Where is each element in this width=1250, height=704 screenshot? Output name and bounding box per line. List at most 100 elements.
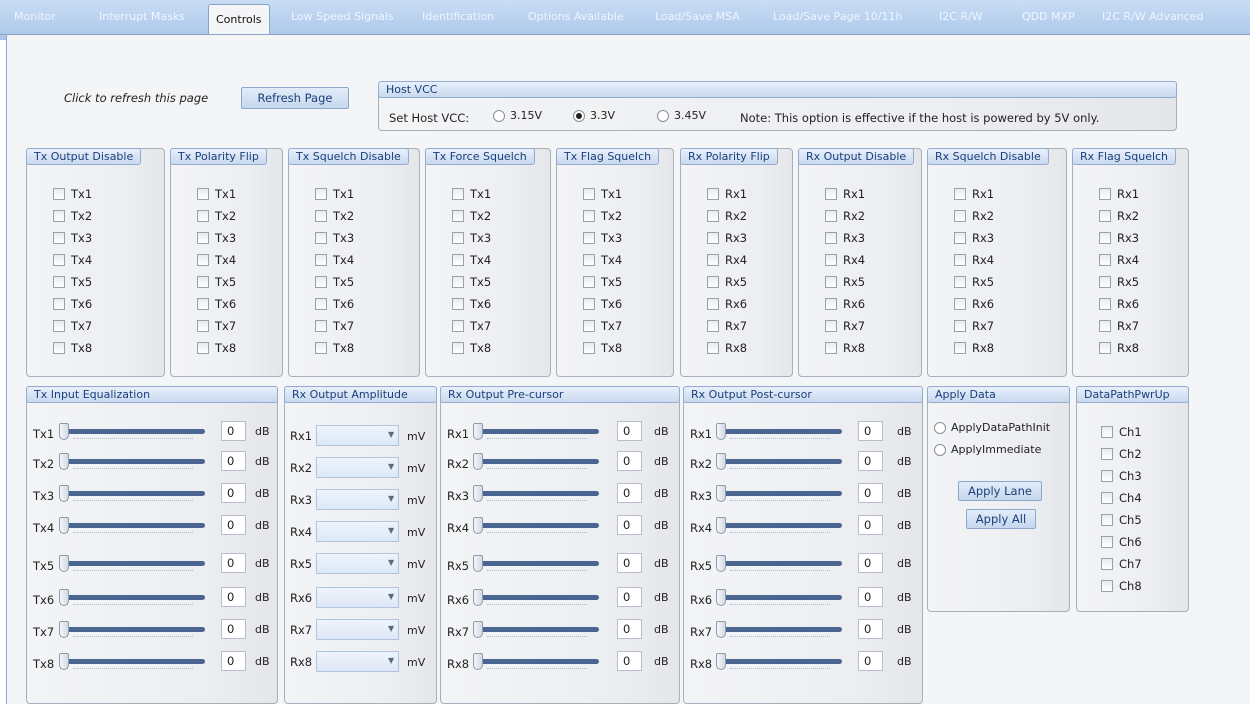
slider-thumb[interactable] [716,423,726,440]
slider-thumb[interactable] [473,423,483,440]
equalization-slider[interactable] [473,451,607,475]
checkbox-tx5[interactable]: Tx5 [583,275,622,289]
slider-thumb[interactable] [59,453,69,470]
value-field[interactable]: 0 [221,515,246,535]
slider-thumb[interactable] [59,555,69,572]
slider-thumb[interactable] [716,555,726,572]
vcc-option-315[interactable]: 3.15V [493,109,542,122]
equalization-slider[interactable] [716,483,850,507]
apply-lane-button[interactable]: Apply Lane [958,481,1042,501]
value-field[interactable]: 0 [221,421,246,441]
value-field[interactable]: 0 [221,651,246,671]
checkbox-rx4[interactable]: Rx4 [1099,253,1139,267]
checkbox-rx1[interactable]: Rx1 [707,187,747,201]
checkbox-rx3[interactable]: Rx3 [1099,231,1139,245]
amplitude-dropdown[interactable] [316,553,399,574]
checkbox-ch7[interactable]: Ch7 [1101,557,1142,571]
equalization-slider[interactable] [473,515,607,539]
equalization-slider[interactable] [473,587,607,611]
slider-thumb[interactable] [59,653,69,670]
value-field[interactable]: 0 [858,651,883,671]
checkbox-tx3[interactable]: Tx3 [452,231,491,245]
refresh-page-button[interactable]: Refresh Page [241,87,349,109]
tab-monitor[interactable]: Monitor [14,4,56,30]
equalization-slider[interactable] [473,619,607,643]
slider-thumb[interactable] [716,517,726,534]
checkbox-rx8[interactable]: Rx8 [1099,341,1139,355]
value-field[interactable]: 0 [858,619,883,639]
checkbox-rx1[interactable]: Rx1 [954,187,994,201]
checkbox-rx3[interactable]: Rx3 [707,231,747,245]
checkbox-rx4[interactable]: Rx4 [825,253,865,267]
checkbox-ch6[interactable]: Ch6 [1101,535,1142,549]
value-field[interactable]: 0 [221,451,246,471]
tab-options-available[interactable]: Options Available [528,4,624,30]
checkbox-rx6[interactable]: Rx6 [707,297,747,311]
checkbox-rx8[interactable]: Rx8 [954,341,994,355]
checkbox-tx2[interactable]: Tx2 [53,209,92,223]
slider-thumb[interactable] [59,517,69,534]
amplitude-dropdown[interactable] [316,489,399,510]
equalization-slider[interactable] [716,651,850,675]
checkbox-rx7[interactable]: Rx7 [954,319,994,333]
checkbox-rx1[interactable]: Rx1 [1099,187,1139,201]
apply-datapath-init-option[interactable]: ApplyDataPathInit [934,421,1050,434]
checkbox-tx8[interactable]: Tx8 [315,341,354,355]
value-field[interactable]: 0 [617,651,642,671]
equalization-slider[interactable] [716,619,850,643]
value-field[interactable]: 0 [617,451,642,471]
apply-immediate-option[interactable]: ApplyImmediate [934,443,1041,456]
checkbox-tx8[interactable]: Tx8 [452,341,491,355]
slider-thumb[interactable] [59,485,69,502]
checkbox-tx1[interactable]: Tx1 [583,187,622,201]
checkbox-rx4[interactable]: Rx4 [954,253,994,267]
checkbox-tx7[interactable]: Tx7 [583,319,622,333]
value-field[interactable]: 0 [858,515,883,535]
equalization-slider[interactable] [59,451,213,475]
checkbox-tx7[interactable]: Tx7 [197,319,236,333]
checkbox-tx7[interactable]: Tx7 [315,319,354,333]
checkbox-tx2[interactable]: Tx2 [452,209,491,223]
checkbox-ch4[interactable]: Ch4 [1101,491,1142,505]
value-field[interactable]: 0 [858,587,883,607]
checkbox-tx4[interactable]: Tx4 [53,253,92,267]
tab-load-save-page[interactable]: Load/Save Page 10/11h [773,4,902,30]
checkbox-tx7[interactable]: Tx7 [53,319,92,333]
value-field[interactable]: 0 [221,619,246,639]
value-field[interactable]: 0 [858,553,883,573]
checkbox-tx3[interactable]: Tx3 [197,231,236,245]
value-field[interactable]: 0 [858,483,883,503]
checkbox-rx1[interactable]: Rx1 [825,187,865,201]
equalization-slider[interactable] [716,515,850,539]
slider-thumb[interactable] [473,621,483,638]
checkbox-rx5[interactable]: Rx5 [825,275,865,289]
amplitude-dropdown[interactable] [316,425,399,446]
checkbox-rx2[interactable]: Rx2 [954,209,994,223]
checkbox-tx5[interactable]: Tx5 [452,275,491,289]
checkbox-tx1[interactable]: Tx1 [452,187,491,201]
equalization-slider[interactable] [473,483,607,507]
equalization-slider[interactable] [59,515,213,539]
slider-thumb[interactable] [473,485,483,502]
value-field[interactable]: 0 [617,421,642,441]
amplitude-dropdown[interactable] [316,619,399,640]
value-field[interactable]: 0 [858,451,883,471]
checkbox-tx5[interactable]: Tx5 [315,275,354,289]
vcc-option-33[interactable]: 3.3V [573,109,615,122]
checkbox-rx2[interactable]: Rx2 [1099,209,1139,223]
checkbox-rx2[interactable]: Rx2 [825,209,865,223]
tab-i2c-rw-advanced[interactable]: I2C R/W Advanced [1102,4,1203,30]
checkbox-tx4[interactable]: Tx4 [315,253,354,267]
equalization-slider[interactable] [59,587,213,611]
checkbox-tx4[interactable]: Tx4 [197,253,236,267]
checkbox-tx2[interactable]: Tx2 [197,209,236,223]
equalization-slider[interactable] [59,553,213,577]
apply-all-button[interactable]: Apply All [966,509,1036,529]
checkbox-rx2[interactable]: Rx2 [707,209,747,223]
checkbox-ch8[interactable]: Ch8 [1101,579,1142,593]
tab-i2c-rw[interactable]: I2C R/W [939,4,983,30]
equalization-slider[interactable] [59,651,213,675]
slider-thumb[interactable] [716,621,726,638]
equalization-slider[interactable] [473,553,607,577]
tab-identification[interactable]: Identification [422,4,494,30]
